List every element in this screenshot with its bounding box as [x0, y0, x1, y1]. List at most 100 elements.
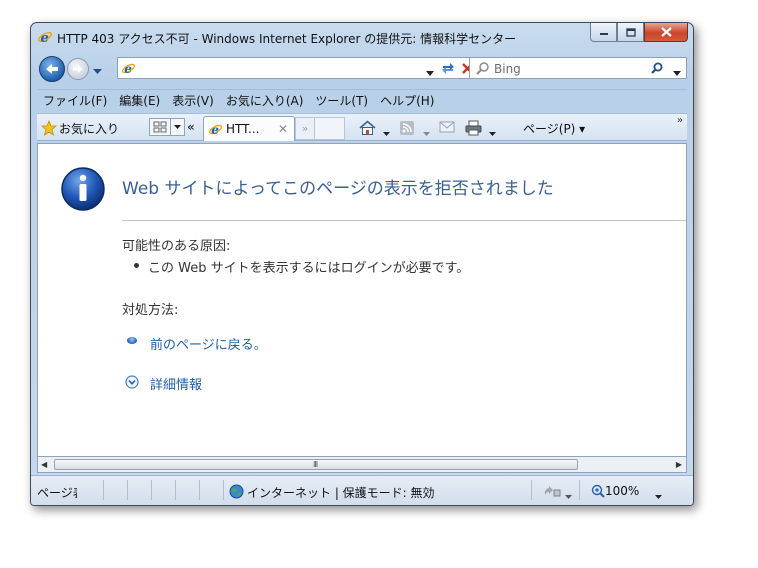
minimize-button[interactable] [590, 23, 617, 42]
menu-file[interactable]: ファイル(F) [37, 92, 113, 109]
close-button[interactable] [644, 23, 688, 42]
close-icon [660, 27, 672, 37]
search-input[interactable]: Bing [469, 57, 687, 79]
new-tab-button[interactable] [315, 117, 345, 140]
menu-tools[interactable]: ツール(T) [309, 92, 374, 109]
quick-tabs-icon [153, 121, 167, 133]
popup-dropdown[interactable] [565, 488, 572, 502]
horizontal-scrollbar[interactable]: ◀ III ▶ [37, 457, 687, 473]
print-button[interactable] [465, 120, 482, 139]
info-icon [60, 166, 106, 215]
what-to-try-label: 対処方法: [122, 303, 179, 318]
quick-tabs-button[interactable] [149, 118, 171, 136]
tab-list-dropdown[interactable] [171, 118, 185, 136]
status-divider [175, 480, 176, 500]
printer-icon [465, 120, 482, 136]
window-title: HTTP 403 アクセス不可 - Windows Internet Explo… [57, 32, 517, 46]
chevron-down-icon [426, 71, 434, 76]
svg-text:e: e [211, 123, 219, 137]
maximize-icon [625, 27, 636, 37]
feeds-button[interactable] [399, 120, 415, 139]
search-go-button[interactable] [650, 61, 664, 78]
caption-buttons [590, 23, 688, 42]
chevron-down-icon [383, 132, 390, 136]
more-information-link[interactable]: 詳細情報 [150, 374, 202, 393]
chevron-down-icon [174, 125, 181, 129]
navigation-bar: e Bing [31, 53, 693, 85]
status-bar: ページ表示中 インターネット | 保護モード: 無効 100% [31, 475, 693, 505]
minimize-icon [599, 33, 608, 35]
status-divider [531, 480, 532, 500]
search-options-dropdown[interactable] [673, 65, 681, 79]
browser-tab[interactable]: e HTT... ✕ [203, 116, 295, 141]
chevron-down-icon [423, 132, 430, 136]
search-provider-icon [476, 61, 490, 78]
compat-refresh-button[interactable] [437, 57, 459, 79]
back-button[interactable] [39, 56, 65, 82]
ie-window: e HTTP 403 アクセス不可 - Windows Internet Exp… [30, 22, 694, 506]
menu-view[interactable]: 表示(V) [166, 92, 220, 109]
forward-button[interactable] [67, 58, 89, 80]
zoom-level[interactable]: 100% [605, 484, 639, 498]
scroll-left-arrow-icon[interactable]: ◀ [41, 460, 47, 469]
zoom-dropdown[interactable] [655, 488, 662, 502]
status-divider [199, 480, 200, 500]
tab-label: HTT... [226, 122, 260, 136]
status-divider [127, 480, 128, 500]
search-icon [651, 62, 663, 74]
page-content: Web サイトによってこのページの表示を拒否されました 可能性のある原因: この… [37, 143, 687, 457]
title-bar: e HTTP 403 アクセス不可 - Windows Internet Exp… [31, 23, 693, 51]
chevron-down-icon [93, 69, 102, 74]
scrollbar-grip: III [313, 460, 318, 469]
error-heading: Web サイトによってこのページの表示を拒否されました [122, 179, 554, 199]
rss-feed-icon [400, 121, 414, 135]
favorites-star-icon [40, 119, 58, 139]
page-menu-button[interactable]: ページ(P) ▾ [523, 120, 585, 137]
svg-text:e: e [124, 62, 132, 76]
home-icon [359, 120, 376, 135]
maximize-button[interactable] [617, 23, 644, 42]
divider [122, 220, 686, 221]
search-placeholder: Bing [494, 62, 521, 76]
address-dropdown[interactable] [426, 65, 434, 79]
tab-ie-icon: e [208, 122, 223, 140]
expand-down-icon[interactable] [125, 375, 139, 392]
home-button[interactable] [359, 120, 376, 139]
globe-icon [229, 484, 244, 502]
read-mail-button[interactable] [439, 120, 455, 137]
status-divider [223, 480, 224, 500]
tab-scroll-left[interactable]: « [187, 120, 195, 134]
cause-list-item: この Web サイトを表示するにはログインが必要です。 [133, 257, 469, 276]
tab-scroll-right[interactable]: » [295, 117, 315, 140]
address-input[interactable]: e [117, 57, 439, 79]
bullet-icon [127, 337, 137, 344]
command-bar-overflow[interactable]: » [677, 115, 683, 126]
home-dropdown[interactable] [383, 125, 390, 139]
feeds-dropdown[interactable] [423, 125, 430, 139]
recent-pages-dropdown[interactable] [93, 64, 102, 78]
chevron-down-icon [565, 495, 572, 499]
status-divider [579, 480, 580, 500]
favorites-tab-bar: お気に入り « e HTT... ✕ » ページ(P) ▾ » [37, 113, 687, 141]
menu-help[interactable]: ヘルプ(H) [374, 92, 440, 109]
forward-arrow-icon [73, 65, 83, 73]
security-zone-status[interactable]: インターネット | 保護モード: 無効 [247, 484, 435, 501]
status-text: ページ表示中 [37, 486, 77, 500]
status-divider [151, 480, 152, 500]
menu-edit[interactable]: 編集(E) [113, 92, 166, 109]
menu-favorites[interactable]: お気に入り(A) [220, 92, 310, 109]
scroll-right-arrow-icon[interactable]: ▶ [676, 460, 682, 469]
chevron-down-icon [673, 71, 681, 76]
favorites-button[interactable]: お気に入り [59, 120, 119, 137]
tab-close-button[interactable]: ✕ [278, 122, 288, 136]
status-divider [103, 480, 104, 500]
scrollbar-thumb[interactable]: III [54, 459, 578, 470]
menu-bar: ファイル(F) 編集(E) 表示(V) お気に入り(A) ツール(T) ヘルプ(… [37, 89, 687, 111]
print-dropdown[interactable] [489, 125, 496, 139]
page-icon: e [121, 61, 136, 79]
zoom-icon[interactable] [591, 484, 605, 501]
chevron-down-icon [489, 132, 496, 136]
popup-blocker-icon[interactable] [543, 484, 561, 501]
ie-logo-icon: e [37, 29, 53, 48]
go-back-link[interactable]: 前のページに戻る。 [150, 334, 267, 353]
